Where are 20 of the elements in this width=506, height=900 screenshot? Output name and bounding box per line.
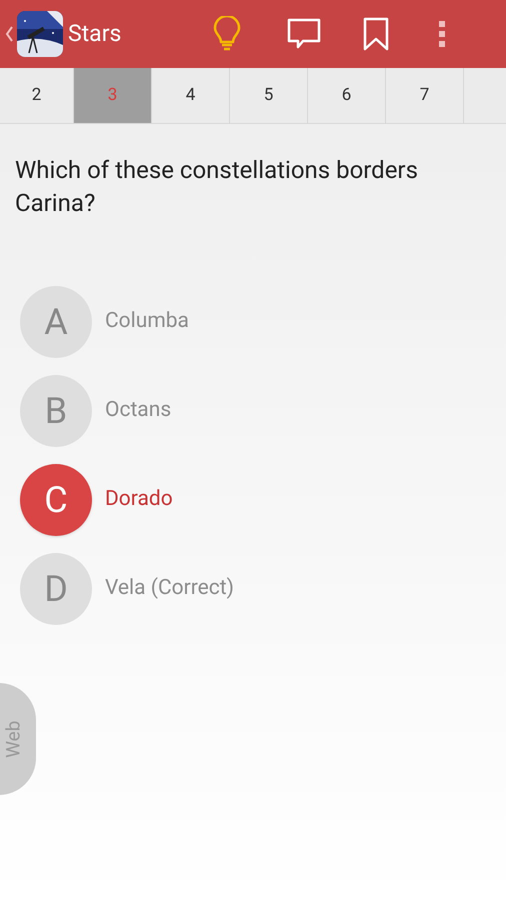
question-tab[interactable]: 6 — [308, 68, 386, 123]
back-icon[interactable] — [5, 26, 13, 42]
answer-label[interactable]: Dorado — [105, 484, 173, 516]
answer-label[interactable]: Octans — [105, 395, 172, 427]
question-tab[interactable]: 7 — [386, 68, 464, 123]
question-tab[interactable]: 3 — [74, 68, 152, 123]
app-title: Stars — [68, 18, 122, 49]
answer-option[interactable]: B — [20, 375, 92, 447]
bookmark-icon[interactable] — [362, 17, 390, 51]
question-tab[interactable]: 4 — [152, 68, 230, 123]
answer-option[interactable]: C — [20, 464, 92, 536]
question-text: Which of these constellations borders Carina? — [14, 155, 419, 219]
question-tab[interactable]: 5 — [230, 68, 308, 123]
lightbulb-icon[interactable] — [213, 16, 242, 52]
answer-label[interactable]: Columba — [105, 306, 189, 338]
more-icon[interactable] — [438, 19, 446, 49]
comment-icon[interactable] — [286, 17, 322, 51]
answer-option[interactable]: A — [20, 286, 92, 358]
answer-option[interactable]: D — [20, 553, 92, 625]
answer-label[interactable]: Vela (Correct) — [105, 573, 234, 605]
